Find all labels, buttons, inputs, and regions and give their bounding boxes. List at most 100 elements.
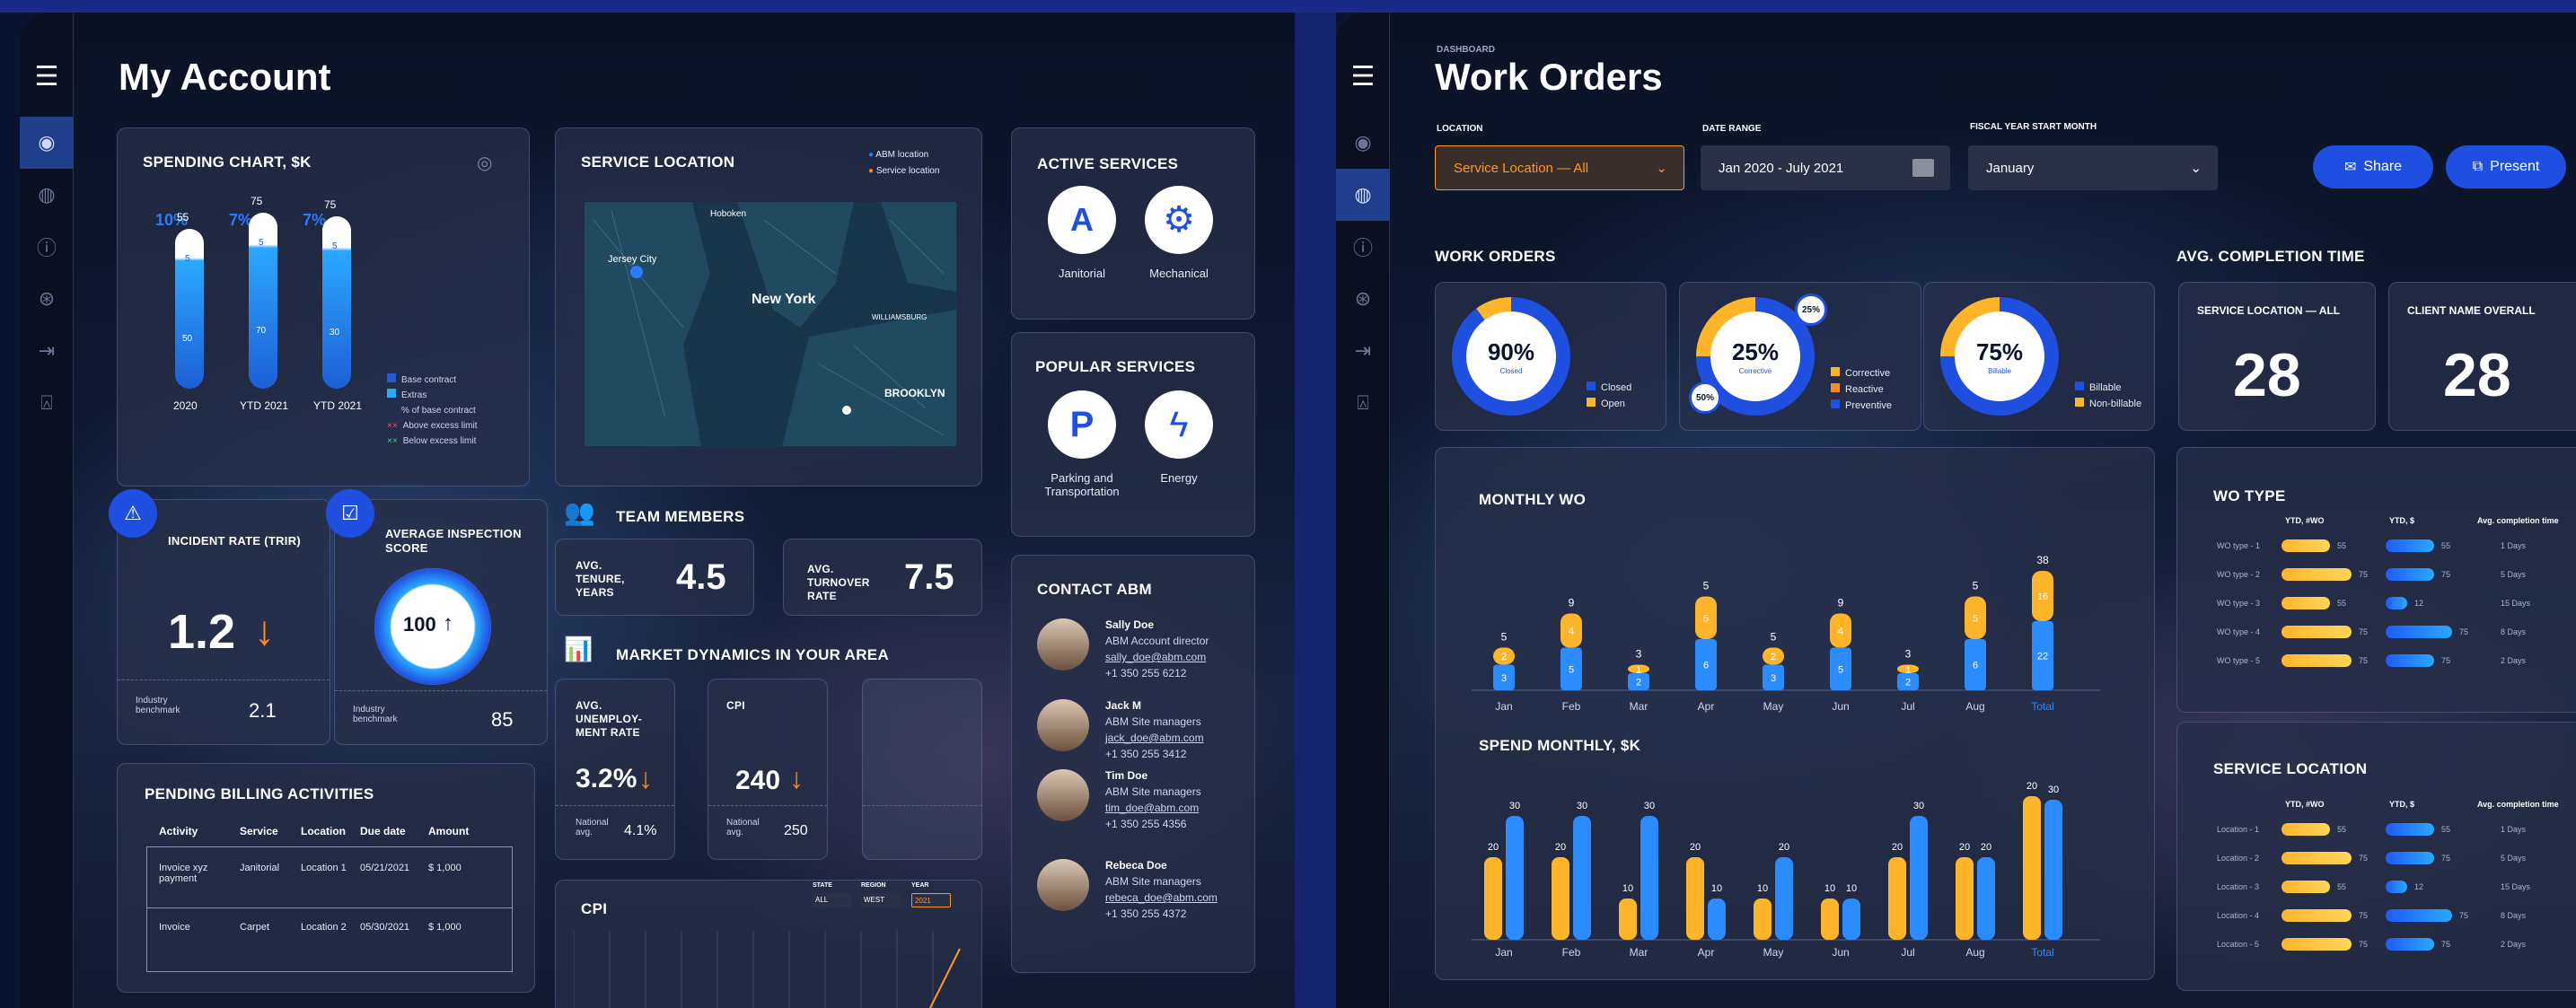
account-icon[interactable]: ◉	[20, 117, 74, 169]
cpi-value: 240	[735, 766, 781, 795]
parking-icon[interactable]: P	[1048, 390, 1116, 459]
donut-legend: Reactive	[1831, 383, 1884, 395]
bar-dollar	[2386, 823, 2434, 836]
contact-abm-card: CONTACT ABM Sally Doe ABM Account directo…	[1011, 555, 1255, 973]
donut-value: 90%	[1487, 338, 1535, 365]
monthly-wo-chart: 5 3 2 Jan 9 5 4 Feb 3 2 1 Mar 5 6 5 Apr 5 3 2 May 9 5 4 Jun 3 2 1 J…	[1472, 554, 2100, 713]
unemp-label: AVG. UNEMPLOY-MENT RATE	[576, 699, 643, 739]
globe-icon-2[interactable]: ◍	[1336, 169, 1390, 221]
col-header: YTD, #WO	[2285, 516, 2325, 525]
contact-role: ABM Site managers	[1105, 785, 1201, 798]
x-label: Feb	[1562, 946, 1581, 959]
bar-b	[1506, 816, 1524, 940]
tenure-value: 4.5	[676, 557, 726, 597]
billing-cell: 05/21/2021	[360, 863, 410, 873]
x-label: Jul	[1901, 700, 1914, 713]
share-button[interactable]: ✉ Share	[2313, 145, 2433, 188]
avatar	[1037, 699, 1089, 751]
info-icon[interactable]: ⓘ	[20, 221, 74, 273]
donut-sub: Closed	[1499, 367, 1523, 375]
eyebrow: DASHBOARD	[1437, 45, 1495, 55]
col-header: Avg. completion time	[2477, 800, 2559, 809]
bar-value: 2	[1501, 652, 1507, 662]
bar-label: 10	[1757, 883, 1768, 894]
contact-email[interactable]: rebeca_doe@abm.com	[1105, 891, 1218, 904]
val-wo: 55	[2337, 882, 2347, 891]
inspection-bench-label: Industry benchmark	[353, 705, 398, 724]
spending-x-label: YTD 2021	[240, 399, 289, 412]
legend-extras: Extras	[401, 390, 427, 400]
unemp-down-icon: ↓	[638, 762, 653, 794]
bar-base-label: 70	[256, 326, 267, 336]
menu-icon[interactable]: ☰	[20, 50, 74, 102]
bar-value: 2	[1905, 678, 1911, 688]
support-icon-2[interactable]: ⊛	[1336, 273, 1390, 325]
bar-b	[1708, 898, 1726, 940]
date-range-field[interactable]: Jan 2020 - July 2021	[1701, 145, 1950, 190]
door-icon[interactable]: ⇥	[20, 325, 74, 377]
work-orders-screen: ☰ ◉ ◍ ⓘ ⊛ ⇥ ⍓ DASHBOARD Work Orders LOCA…	[1336, 13, 2576, 1008]
person-icon[interactable]: ⍓	[20, 377, 74, 429]
row-name: WO type - 5	[2217, 656, 2261, 665]
top-border	[0, 0, 2576, 13]
donut-legend: Closed	[1587, 381, 1631, 393]
contact-email[interactable]: sally_doe@abm.com	[1105, 651, 1206, 663]
support-icon[interactable]: ⊛	[20, 273, 74, 325]
row-name: WO type - 1	[2217, 541, 2261, 550]
door-icon-2[interactable]: ⇥	[1336, 325, 1390, 377]
present-button[interactable]: ⧉ Present	[2446, 145, 2566, 188]
tenure-card: AVG. TENURE, YEARS 4.5	[555, 539, 754, 616]
filter-select[interactable]: ALL	[813, 893, 852, 907]
fiscal-select[interactable]: January ⌄	[1968, 145, 2218, 190]
eye-icon[interactable]: ◎	[477, 152, 492, 174]
cpi-down-icon: ↓	[789, 762, 804, 794]
map[interactable]: Hoboken Jersey City New York BROOKLYN WI…	[585, 202, 956, 446]
mechanical-label: Mechanical	[1149, 267, 1209, 280]
bar-dollar	[2386, 909, 2452, 922]
spending-legend: Base contract Extras % of base contract …	[387, 373, 478, 446]
x-label: Jun	[1832, 700, 1849, 713]
wo-type-card: WO TYPE YTD, #WO YTD, $ Avg. completion ti…	[2176, 447, 2576, 713]
person-icon-2[interactable]: ⍓	[1336, 377, 1390, 429]
bar-value: 1	[1905, 664, 1911, 675]
donut-value: 25%	[1731, 338, 1780, 365]
cpi-chart-title: CPI	[581, 900, 608, 917]
menu-icon-2[interactable]: ☰	[1336, 50, 1390, 102]
info-icon-2[interactable]: ⓘ	[1336, 221, 1390, 273]
page-title-2: Work Orders	[1435, 56, 1663, 98]
popular-services-title: POPULAR SERVICES	[1035, 358, 1196, 375]
bar-a	[1754, 898, 1772, 940]
inspection-title: AVERAGE INSPECTION SCORE	[385, 527, 522, 555]
x-label: Mar	[1630, 946, 1648, 959]
janitorial-icon[interactable]: A	[1048, 186, 1116, 254]
completion-label: SERVICE LOCATION — ALL	[2197, 304, 2341, 317]
bar-b	[1910, 816, 1928, 940]
account-icon-2[interactable]: ◉	[1336, 117, 1390, 169]
val-time: 1 Days	[2501, 825, 2527, 834]
filter-select[interactable]: WEST	[861, 893, 901, 907]
x-label: Jan	[1495, 946, 1512, 959]
val-time: 15 Days	[2501, 882, 2531, 891]
bar-value: 1	[1636, 664, 1641, 675]
bar-dollar	[2386, 881, 2407, 893]
billing-cell: Location 1	[301, 863, 347, 873]
mechanical-icon[interactable]: ⚙	[1145, 186, 1213, 254]
billing-cell: 05/30/2021	[360, 922, 410, 933]
spending-top-value: 75	[324, 198, 337, 211]
contact-email[interactable]: jack_doe@abm.com	[1105, 732, 1204, 744]
globe-icon[interactable]: ◍	[20, 169, 74, 221]
map-svg	[585, 202, 956, 446]
service-location-title: SERVICE LOCATION	[581, 153, 735, 171]
contact-email[interactable]: tim_doe@abm.com	[1105, 802, 1199, 814]
bar-extra-label: 5	[259, 238, 264, 248]
bar-wo	[2281, 539, 2330, 552]
my-account-screen: ☰ ◉ ◍ ⓘ ⊛ ⇥ ⍓ My Account SPENDING CHART,…	[20, 13, 1295, 1008]
bar-label: 20	[1779, 842, 1789, 853]
filter-select[interactable]: 2021	[911, 893, 951, 907]
donut-legend: Open	[1587, 398, 1625, 409]
legend-abm: ● ABM location	[868, 150, 929, 160]
inspection-card: ☑ AVERAGE INSPECTION SCORE 100 ↑ Industr…	[326, 489, 548, 745]
energy-icon[interactable]: ϟ	[1145, 390, 1213, 459]
bar-label: 20	[2027, 781, 2037, 792]
location-select[interactable]: Service Location — All ⌄	[1435, 145, 1684, 190]
